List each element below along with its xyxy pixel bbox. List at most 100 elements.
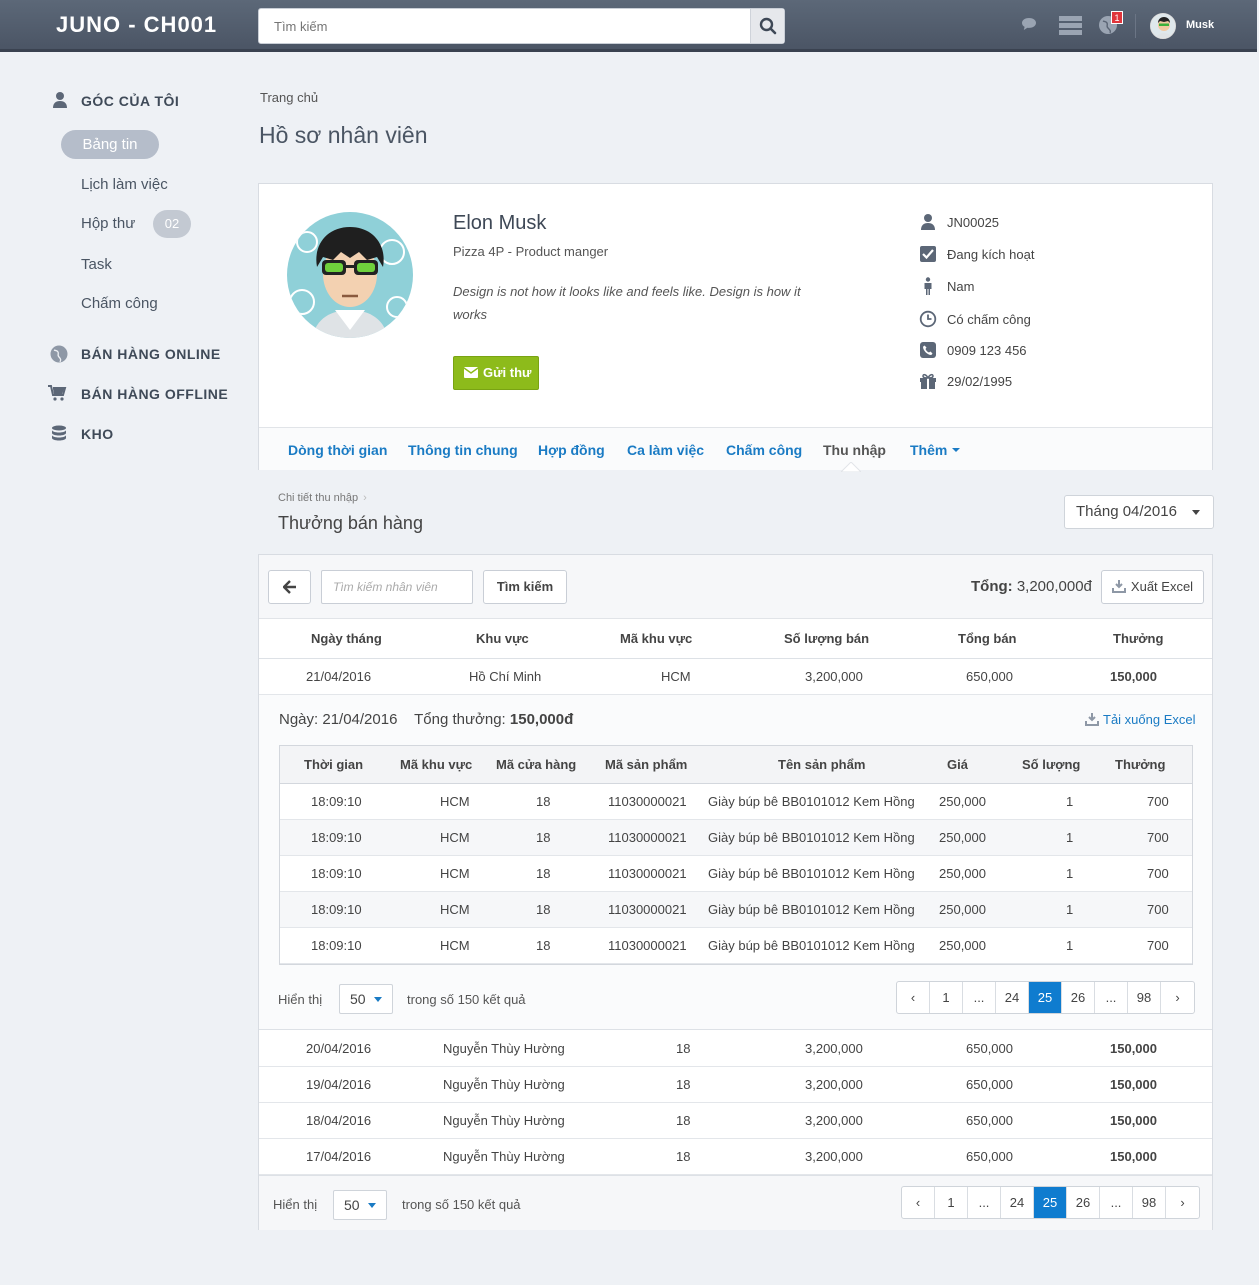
page-button[interactable]: 1	[935, 1187, 968, 1218]
sidebar-item-task[interactable]: Task	[81, 256, 112, 273]
cell-price: 250,000	[939, 866, 986, 881]
sidebar-item-inbox[interactable]: Hộp thư	[81, 215, 135, 232]
table-row[interactable]: 19/04/2016 Nguyễn Thùy Hường 18 3,200,000 65…	[259, 1067, 1212, 1103]
tab-general-info[interactable]: Thông tin chung	[408, 442, 518, 458]
employee-search-input[interactable]: Tìm kiếm nhân viên	[321, 570, 473, 604]
detail-page-size-select[interactable]: 50	[339, 984, 393, 1014]
search-input[interactable]	[259, 9, 749, 43]
cell-store-code: 18	[536, 938, 551, 953]
row-date: 20/04/2016	[306, 1041, 372, 1056]
cell-quantity: 1	[1066, 830, 1074, 845]
page-button[interactable]: 1	[930, 982, 963, 1013]
server-icon[interactable]	[1059, 15, 1082, 35]
row-date: 19/04/2016	[306, 1077, 372, 1092]
col-product-name[interactable]: Tên sản phẩm	[778, 757, 865, 772]
cell-product-code: 11030000021	[608, 794, 687, 809]
income-panel: Tìm kiếm nhân viên Tìm kiếm Tổng: 3,200,…	[258, 554, 1213, 1230]
page-button[interactable]: 25	[1029, 982, 1062, 1013]
sidebar-item-schedule[interactable]: Lịch làm việc	[81, 176, 168, 193]
tab-shift[interactable]: Ca làm việc	[627, 442, 704, 458]
table-row[interactable]: 18/04/2016 Nguyễn Thùy Hường 18 3,200,000 65…	[259, 1103, 1212, 1139]
col-price[interactable]: Giá	[947, 757, 968, 772]
sidebar-item-timekeeping[interactable]: Chấm công	[81, 295, 158, 312]
detail-row[interactable]: 18:09:10 HCM 18 11030000021 Giày búp bê BB01…	[280, 928, 1192, 964]
detail-row[interactable]: 18:09:10 HCM 18 11030000021 Giày búp bê BB01…	[280, 856, 1192, 892]
row-area-code: HCM	[661, 669, 691, 684]
page-size-select[interactable]: 50	[333, 1190, 387, 1220]
app-logo[interactable]: JUNO - CH001	[56, 12, 217, 38]
row-area: Nguyễn Thùy Hường	[443, 1077, 565, 1092]
col-date[interactable]: Ngày tháng	[311, 631, 382, 646]
col-time[interactable]: Thời gian	[304, 757, 363, 772]
sidebar-section-kho-label: KHO	[81, 426, 114, 442]
sidebar-section-online-label: BÁN HÀNG ONLINE	[81, 346, 221, 362]
month-select[interactable]: Tháng 04/2016	[1064, 495, 1214, 529]
month-select-value: Tháng 04/2016	[1076, 503, 1177, 520]
tab-timekeeping[interactable]: Chấm công	[726, 442, 802, 458]
table-row[interactable]: 17/04/2016 Nguyễn Thùy Hường 18 3,200,000 65…	[259, 1139, 1212, 1175]
cell-product-code: 11030000021	[608, 938, 687, 953]
breadcrumb[interactable]: Trang chủ	[260, 90, 318, 105]
download-excel-link[interactable]: Tải xuống Excel	[1085, 712, 1196, 727]
col-bonus[interactable]: Thưởng	[1115, 757, 1165, 772]
detail-row[interactable]: 18:09:10 HCM 18 11030000021 Giày búp bê BB01…	[280, 820, 1192, 856]
cell-product-name: Giày búp bê BB0101012 Kem Hồng	[708, 902, 915, 917]
detail-row[interactable]: 18:09:10 HCM 18 11030000021 Giày búp bê BB01…	[280, 892, 1192, 928]
cell-area-code: HCM	[440, 794, 470, 809]
detail-bonus-label: Tổng thưởng:	[414, 711, 506, 728]
page-button[interactable]: ...	[1100, 1187, 1133, 1218]
tab-income[interactable]: Thu nhập	[823, 442, 886, 458]
tab-more[interactable]: Thêm	[910, 442, 961, 458]
detail-row[interactable]: 18:09:10 HCM 18 11030000021 Giày búp bê BB01…	[280, 784, 1192, 820]
page-button[interactable]: ...	[1095, 982, 1128, 1013]
row-bonus: 150,000	[1110, 1041, 1157, 1056]
export-excel-button[interactable]: Xuất Excel	[1101, 570, 1204, 604]
col-sales-qty[interactable]: Số lượng bán	[784, 631, 869, 646]
page-button[interactable]: 98	[1128, 982, 1161, 1013]
user-name[interactable]: Musk	[1186, 19, 1214, 31]
info-code-value: JN00025	[947, 215, 1000, 230]
cell-time: 18:09:10	[311, 794, 362, 809]
sub-breadcrumb[interactable]: Chi tiết thu nhập ›	[278, 492, 367, 504]
active-tab-pointer	[841, 462, 861, 472]
page-button[interactable]: 98	[1133, 1187, 1166, 1218]
tab-timeline[interactable]: Dòng thời gian	[288, 442, 387, 458]
search-employee-button[interactable]: Tìm kiếm	[483, 570, 567, 604]
row-area-code: 18	[676, 1113, 691, 1128]
page-button[interactable]: 26	[1067, 1187, 1100, 1218]
chat-icon[interactable]	[1020, 16, 1038, 32]
sidebar-item-news[interactable]: Bảng tin	[61, 130, 159, 159]
col-product-code[interactable]: Mã sản phẩm	[605, 757, 687, 772]
page-button[interactable]: 24	[1001, 1187, 1034, 1218]
prev-page-button[interactable]: ‹	[897, 982, 930, 1013]
col-store-code[interactable]: Mã cửa hàng	[496, 757, 576, 772]
tab-contract[interactable]: Hợp đồng	[538, 442, 605, 458]
prev-page-button[interactable]: ‹	[902, 1187, 935, 1218]
top-bar: JUNO - CH001 1 Musk	[0, 0, 1257, 52]
page-button[interactable]: ...	[963, 982, 996, 1013]
col-total-sales[interactable]: Tổng bán	[958, 631, 1017, 646]
col-bonus[interactable]: Thưởng	[1113, 631, 1163, 646]
col-area-code[interactable]: Mã khu vực	[620, 631, 692, 646]
next-page-button[interactable]: ›	[1161, 982, 1194, 1013]
send-mail-button[interactable]: Gửi thư	[453, 356, 539, 390]
table-row[interactable]: 21/04/2016 Hồ Chí Minh HCM 3,200,000 650…	[259, 659, 1212, 695]
page-button[interactable]: 26	[1062, 982, 1095, 1013]
page-button[interactable]: 25	[1034, 1187, 1067, 1218]
cart-icon	[48, 385, 67, 401]
col-area-code[interactable]: Mã khu vực	[400, 757, 472, 772]
cell-store-code: 18	[536, 794, 551, 809]
user-avatar[interactable]	[1150, 13, 1176, 39]
page-button[interactable]: ...	[968, 1187, 1001, 1218]
col-quantity[interactable]: Số lượng	[1022, 757, 1080, 772]
next-page-button[interactable]: ›	[1166, 1187, 1199, 1218]
page-button[interactable]: 24	[996, 982, 1029, 1013]
col-area[interactable]: Khu vực	[476, 631, 529, 646]
tab-more-label: Thêm	[910, 442, 948, 458]
search-button[interactable]	[750, 9, 784, 43]
back-button[interactable]	[268, 570, 311, 604]
profile-avatar	[287, 212, 413, 338]
user-icon	[921, 214, 935, 230]
sidebar-section-offline-label: BÁN HÀNG OFFLINE	[81, 386, 229, 402]
table-row[interactable]: 20/04/2016 Nguyễn Thùy Hường 18 3,200,000 65…	[259, 1031, 1212, 1067]
